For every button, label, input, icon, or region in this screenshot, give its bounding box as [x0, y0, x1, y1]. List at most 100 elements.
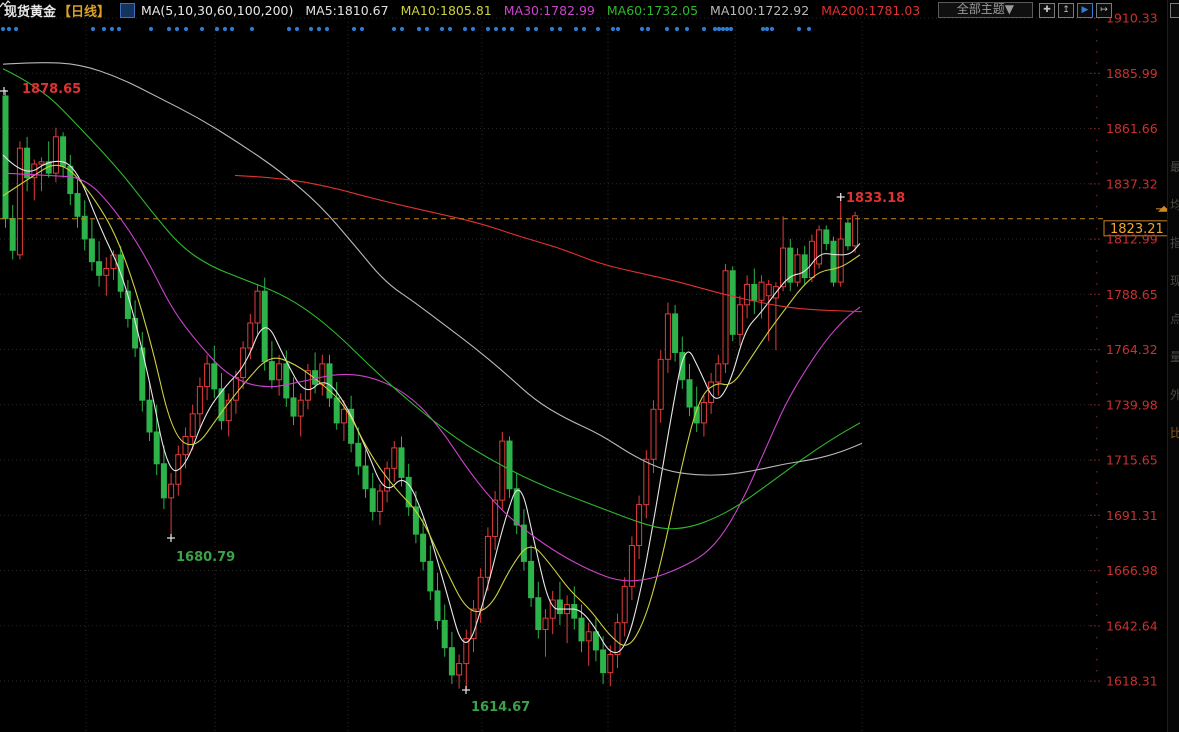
axis-tick-dash	[1094, 515, 1096, 516]
event-dot[interactable]	[417, 27, 421, 31]
pan-right-icon[interactable]: ↦	[1096, 3, 1112, 18]
event-dot[interactable]	[721, 27, 725, 31]
candle-body	[248, 323, 253, 348]
event-dot[interactable]	[797, 27, 801, 31]
axis-minor-tick	[1096, 372, 1097, 373]
candle-body	[97, 262, 102, 276]
event-dot[interactable]	[646, 27, 650, 31]
auto-scroll-icon[interactable]: ▶	[1077, 3, 1093, 18]
price-chart[interactable]: 1823.211910.331885.991861.661837.321812.…	[0, 0, 1179, 732]
event-dot[interactable]	[102, 27, 106, 31]
axis-minor-tick	[1096, 316, 1097, 317]
event-dot[interactable]	[149, 27, 153, 31]
axis-scale-icon[interactable]: ↥	[1058, 3, 1074, 18]
event-dot[interactable]	[807, 27, 811, 31]
clipped-toolbar-icon[interactable]	[1170, 3, 1179, 18]
collapsed-side-panel[interactable]: 最均指现点量外比	[1167, 0, 1179, 732]
event-dot[interactable]	[309, 27, 313, 31]
axis-minor-tick	[1096, 559, 1097, 560]
event-dot[interactable]	[230, 27, 234, 31]
event-dot[interactable]	[352, 27, 356, 31]
event-dot[interactable]	[7, 27, 11, 31]
event-dot[interactable]	[640, 27, 644, 31]
event-dot[interactable]	[526, 27, 530, 31]
event-dot[interactable]	[510, 27, 514, 31]
event-dot[interactable]	[713, 27, 717, 31]
axis-tick-dash	[1090, 183, 1092, 184]
event-dot[interactable]	[175, 27, 179, 31]
event-dot[interactable]	[471, 27, 475, 31]
candlestick-chart-icon[interactable]	[120, 3, 135, 18]
axis-minor-tick	[1096, 151, 1097, 152]
event-dot[interactable]	[582, 27, 586, 31]
candle-body	[795, 255, 800, 282]
axis-tick-dash	[1094, 128, 1096, 129]
event-dot[interactable]	[725, 27, 729, 31]
candle-body	[766, 284, 771, 295]
chart-toolbar: ✚↥▶↦	[1039, 3, 1115, 18]
event-dot[interactable]	[425, 27, 429, 31]
candle-body	[601, 650, 606, 673]
event-dot[interactable]	[665, 27, 669, 31]
event-dot[interactable]	[14, 27, 18, 31]
event-dot[interactable]	[717, 27, 721, 31]
candle	[831, 237, 836, 287]
move-tool-icon[interactable]: ✚	[1039, 3, 1055, 18]
event-dot[interactable]	[91, 27, 95, 31]
candle-body	[428, 561, 433, 591]
y-axis-tick-label: 1666.98	[1106, 563, 1158, 578]
candle	[500, 432, 505, 509]
event-dot[interactable]	[440, 27, 444, 31]
event-dot[interactable]	[295, 27, 299, 31]
event-dot[interactable]	[616, 27, 620, 31]
candle-body	[457, 664, 462, 675]
event-dot[interactable]	[702, 27, 706, 31]
event-dot[interactable]	[729, 27, 733, 31]
candle-body	[557, 600, 562, 614]
event-dot[interactable]	[392, 27, 396, 31]
event-dot[interactable]	[200, 27, 204, 31]
candle-body	[824, 230, 829, 244]
event-dot[interactable]	[550, 27, 554, 31]
event-dot[interactable]	[250, 27, 254, 31]
y-axis-tick-label: 1812.99	[1106, 232, 1158, 247]
event-dot[interactable]	[1, 27, 5, 31]
candle-body	[269, 362, 274, 380]
event-dot[interactable]	[611, 27, 615, 31]
event-dot[interactable]	[558, 27, 562, 31]
event-dot[interactable]	[765, 27, 769, 31]
event-dot[interactable]	[360, 27, 364, 31]
axis-minor-tick	[1096, 305, 1097, 306]
event-dot[interactable]	[110, 27, 114, 31]
event-dot[interactable]	[502, 27, 506, 31]
event-dot[interactable]	[167, 27, 171, 31]
event-dot[interactable]	[761, 27, 765, 31]
event-dot[interactable]	[494, 27, 498, 31]
event-dot[interactable]	[770, 27, 774, 31]
ma-value-3: MA30:1782.99	[504, 3, 595, 18]
event-dot[interactable]	[685, 27, 689, 31]
event-dot[interactable]	[534, 27, 538, 31]
trading-app: 1823.211910.331885.991861.661837.321812.…	[0, 0, 1179, 732]
candle-body	[579, 618, 584, 641]
candle-body	[399, 448, 404, 478]
event-dot[interactable]	[325, 27, 329, 31]
annotation-price-label: 1680.79	[176, 550, 235, 565]
event-dot[interactable]	[463, 27, 467, 31]
event-dot[interactable]	[117, 27, 121, 31]
event-dot[interactable]	[448, 27, 452, 31]
event-dot[interactable]	[596, 27, 600, 31]
candle-body	[291, 398, 296, 416]
event-dot[interactable]	[400, 27, 404, 31]
event-dot[interactable]	[574, 27, 578, 31]
event-dot[interactable]	[675, 27, 679, 31]
event-dot[interactable]	[287, 27, 291, 31]
candle-body	[53, 137, 58, 173]
event-dot[interactable]	[486, 27, 490, 31]
event-dot[interactable]	[223, 27, 227, 31]
candle-body	[608, 654, 613, 672]
theme-dropdown-button[interactable]: 全部主题▼	[938, 2, 1033, 18]
event-dot[interactable]	[215, 27, 219, 31]
event-dot[interactable]	[184, 27, 188, 31]
event-dot[interactable]	[317, 27, 321, 31]
